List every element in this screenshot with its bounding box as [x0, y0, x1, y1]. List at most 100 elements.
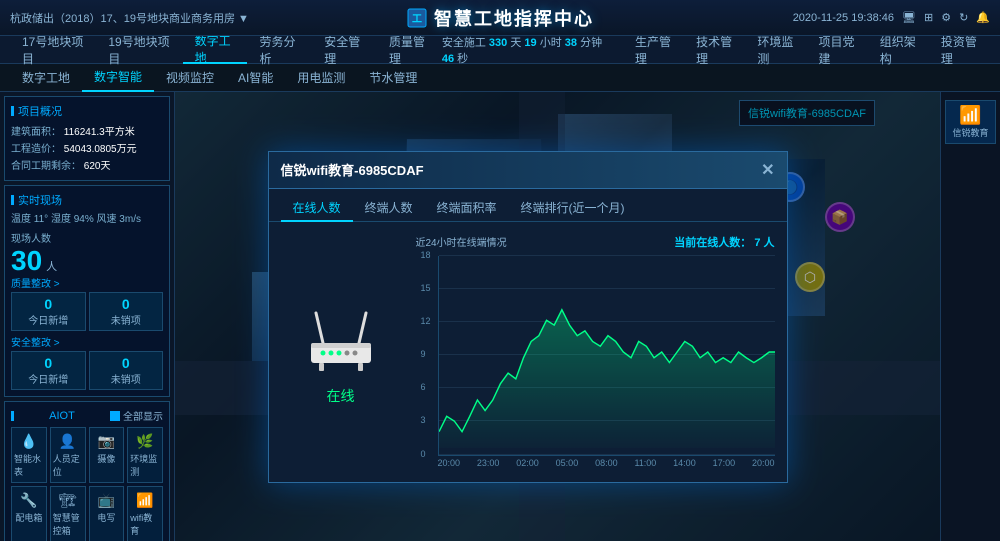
show-all-label[interactable]: 全部显示: [110, 408, 163, 423]
top-bar: 杭政储出（2018）17、19号地块商业商务用房 ▼ 工 智慧工地指挥中心 20…: [0, 0, 1000, 36]
person-icon: 👤: [57, 432, 79, 450]
camera-icon: 📷: [95, 432, 117, 450]
water-icon: 💧: [18, 432, 40, 450]
chart-area: 18 15 12 9 6 3 0: [438, 256, 775, 456]
aiot-block: AIOT 全部显示 💧 智能水表 👤 人员定位 📷 摄像: [4, 401, 170, 541]
alarm-grid: 0 今日新增 0 未销项: [11, 292, 163, 331]
nav-bar-1: 17号地块项目 19号地块项目 数字工地 劳务分析 安全管理 质量管理 安全施工…: [0, 36, 1000, 64]
show-all-checkbox[interactable]: [110, 411, 120, 421]
nav-digital-site[interactable]: 数字工地: [183, 36, 248, 64]
safety-label: 安全施工: [442, 37, 489, 49]
top-bar-right: 2020-11-25 19:38:46 🖥 ⊞ ⚙ ↻ 🔔: [793, 11, 990, 24]
monitor-icon[interactable]: 🖥: [902, 11, 916, 24]
chart-header: 近24小时在线端情况 当前在线人数： 7 人: [416, 234, 775, 250]
line-chart-svg: [439, 256, 775, 448]
wifi-icon: 📶: [134, 491, 156, 509]
safety-today-box: 0 今日新增: [11, 351, 86, 390]
nav2-electric[interactable]: 用电监测: [285, 64, 357, 92]
nav-labor[interactable]: 劳务分析: [247, 36, 312, 64]
elec-icon: 🔧: [18, 491, 40, 509]
safety-pending-box: 0 未销项: [89, 351, 164, 390]
right-sidebar: 📶 信锐教育: [940, 92, 1000, 541]
nav2-smart[interactable]: 数字智能: [82, 64, 154, 92]
app-title: 智慧工地指挥中心: [434, 5, 594, 31]
aiot-wifi[interactable]: 📶 wifi教育: [127, 486, 163, 541]
workers-count-row: 30 人: [11, 247, 163, 275]
logo-icon: 工: [406, 7, 428, 29]
router-svg: [301, 298, 381, 378]
datetime: 2020-11-25 19:38:46: [793, 12, 894, 24]
aiot-grid: 💧 智能水表 👤 人员定位 📷 摄像 🌿 环境监测 🔧 配电箱: [11, 427, 163, 541]
alarm-pending-box: 0 未销项: [89, 292, 164, 331]
main-content: 项目概况 建筑面积： 116241.3平方米 工程造价： 54043.0805万…: [0, 92, 1000, 541]
aiot-tv[interactable]: 📺 电写: [89, 486, 125, 541]
tv-icon: 📺: [95, 491, 117, 509]
grid-icon[interactable]: ⊞: [924, 11, 933, 24]
workers-label: 现场人数: [11, 230, 163, 245]
aiot-title: AIOT 全部显示: [11, 408, 163, 423]
nav-17-project[interactable]: 17号地块项目: [10, 36, 96, 64]
safety-info: 安全施工 330 天 19 小时 38 分钟 46 秒: [442, 34, 603, 66]
modal-tab-area[interactable]: 终端面积率: [425, 195, 509, 222]
chart-current: 当前在线人数： 7 人: [674, 234, 774, 250]
aiot-smart-box[interactable]: 🏗 智慧管控箱: [50, 486, 86, 541]
modal-tab-rank[interactable]: 终端排行(近一个月): [509, 195, 637, 222]
safety-text5: 秒: [457, 53, 468, 65]
nav-invest[interactable]: 投资管理: [929, 36, 990, 64]
safety-text2: 天: [510, 37, 524, 49]
nav-19-project[interactable]: 19号地块项目: [96, 36, 182, 64]
project-overview-title: 项目概况: [11, 103, 163, 119]
bell-icon[interactable]: 🔔: [976, 11, 990, 24]
smart-box-icon: 🏗: [57, 491, 79, 509]
aiot-person[interactable]: 👤 人员定位: [50, 427, 86, 483]
router-icon: [301, 298, 381, 378]
svg-text:工: 工: [412, 14, 422, 25]
nav-quality[interactable]: 质量管理: [377, 36, 442, 64]
safety-hours: 19: [524, 37, 536, 49]
settings-icon[interactable]: ⚙: [941, 11, 951, 24]
top-bar-center: 工 智慧工地指挥中心: [406, 5, 594, 31]
map-area: 🏗 📍 🍽 🌿 ⬡ 📦 🔵 信锐wifi教育-6985CDAF 信锐wifi教育…: [175, 92, 940, 541]
period-row: 合同工期剩余： 620天: [11, 157, 163, 172]
nav-party[interactable]: 项目党建: [807, 36, 868, 64]
safety-link[interactable]: 安全整改 >: [11, 334, 163, 349]
right-nav: 生产管理 技术管理 环境监测 项目党建 组织架构 投资管理: [623, 36, 990, 64]
safety-minutes: 38: [565, 37, 577, 49]
modal-chart: 近24小时在线端情况 当前在线人数： 7 人 18 15 12: [416, 234, 775, 470]
env-icon: 🌿: [134, 432, 156, 450]
aiot-env[interactable]: 🌿 环境监测: [127, 427, 163, 483]
modal-box: 信锐wifi教育-6985CDAF ✕ 在线人数 终端人数 终端面积率 终端排行…: [268, 151, 788, 483]
nav-org[interactable]: 组织架构: [868, 36, 929, 64]
nav-safety[interactable]: 安全管理: [312, 36, 377, 64]
safety-grid: 0 今日新增 0 未销项: [11, 351, 163, 390]
modal-tab-terminal[interactable]: 终端人数: [353, 195, 425, 222]
safety-text4: 分钟: [580, 37, 602, 49]
nav-env[interactable]: 环境监测: [745, 36, 806, 64]
right-btn-wifi[interactable]: 📶 信锐教育: [945, 100, 996, 144]
safety-days: 330: [489, 37, 507, 49]
modal-close-button[interactable]: ✕: [761, 160, 774, 180]
nav2-digital[interactable]: 数字工地: [10, 64, 82, 92]
nav-bar-2: 数字工地 数字智能 视频监控 AI智能 用电监测 节水管理: [0, 64, 1000, 92]
safety-text3: 小时: [540, 37, 565, 49]
aiot-elec[interactable]: 🔧 配电箱: [11, 486, 47, 541]
alarm-today-box: 0 今日新增: [11, 292, 86, 331]
modal-device: 在线: [281, 234, 401, 470]
aiot-water[interactable]: 💧 智能水表: [11, 427, 47, 483]
nav-production[interactable]: 生产管理: [623, 36, 684, 64]
nav2-video[interactable]: 视频监控: [154, 64, 226, 92]
aiot-camera[interactable]: 📷 摄像: [89, 427, 125, 483]
refresh-icon[interactable]: ↻: [959, 11, 968, 24]
nav2-water[interactable]: 节水管理: [357, 64, 429, 92]
alarm-link[interactable]: 质量整改 >: [11, 275, 163, 290]
modal-tab-online[interactable]: 在线人数: [281, 195, 353, 222]
realtime-title: 实时现场: [11, 192, 163, 208]
alert-text[interactable]: 杭政储出（2018）17、19号地块商业商务用房 ▼: [10, 10, 249, 26]
nav2-ai[interactable]: AI智能: [226, 64, 285, 92]
weather-info: 温度 11° 湿度 94% 风速 3m/s: [11, 212, 163, 227]
top-bar-left: 杭政储出（2018）17、19号地块商业商务用房 ▼: [10, 10, 249, 26]
area-row: 建筑面积： 116241.3平方米: [11, 123, 163, 138]
modal-tabs: 在线人数 终端人数 终端面积率 终端排行(近一个月): [269, 189, 787, 222]
modal-title: 信锐wifi教育-6985CDAF: [281, 160, 424, 179]
nav-tech[interactable]: 技术管理: [684, 36, 745, 64]
